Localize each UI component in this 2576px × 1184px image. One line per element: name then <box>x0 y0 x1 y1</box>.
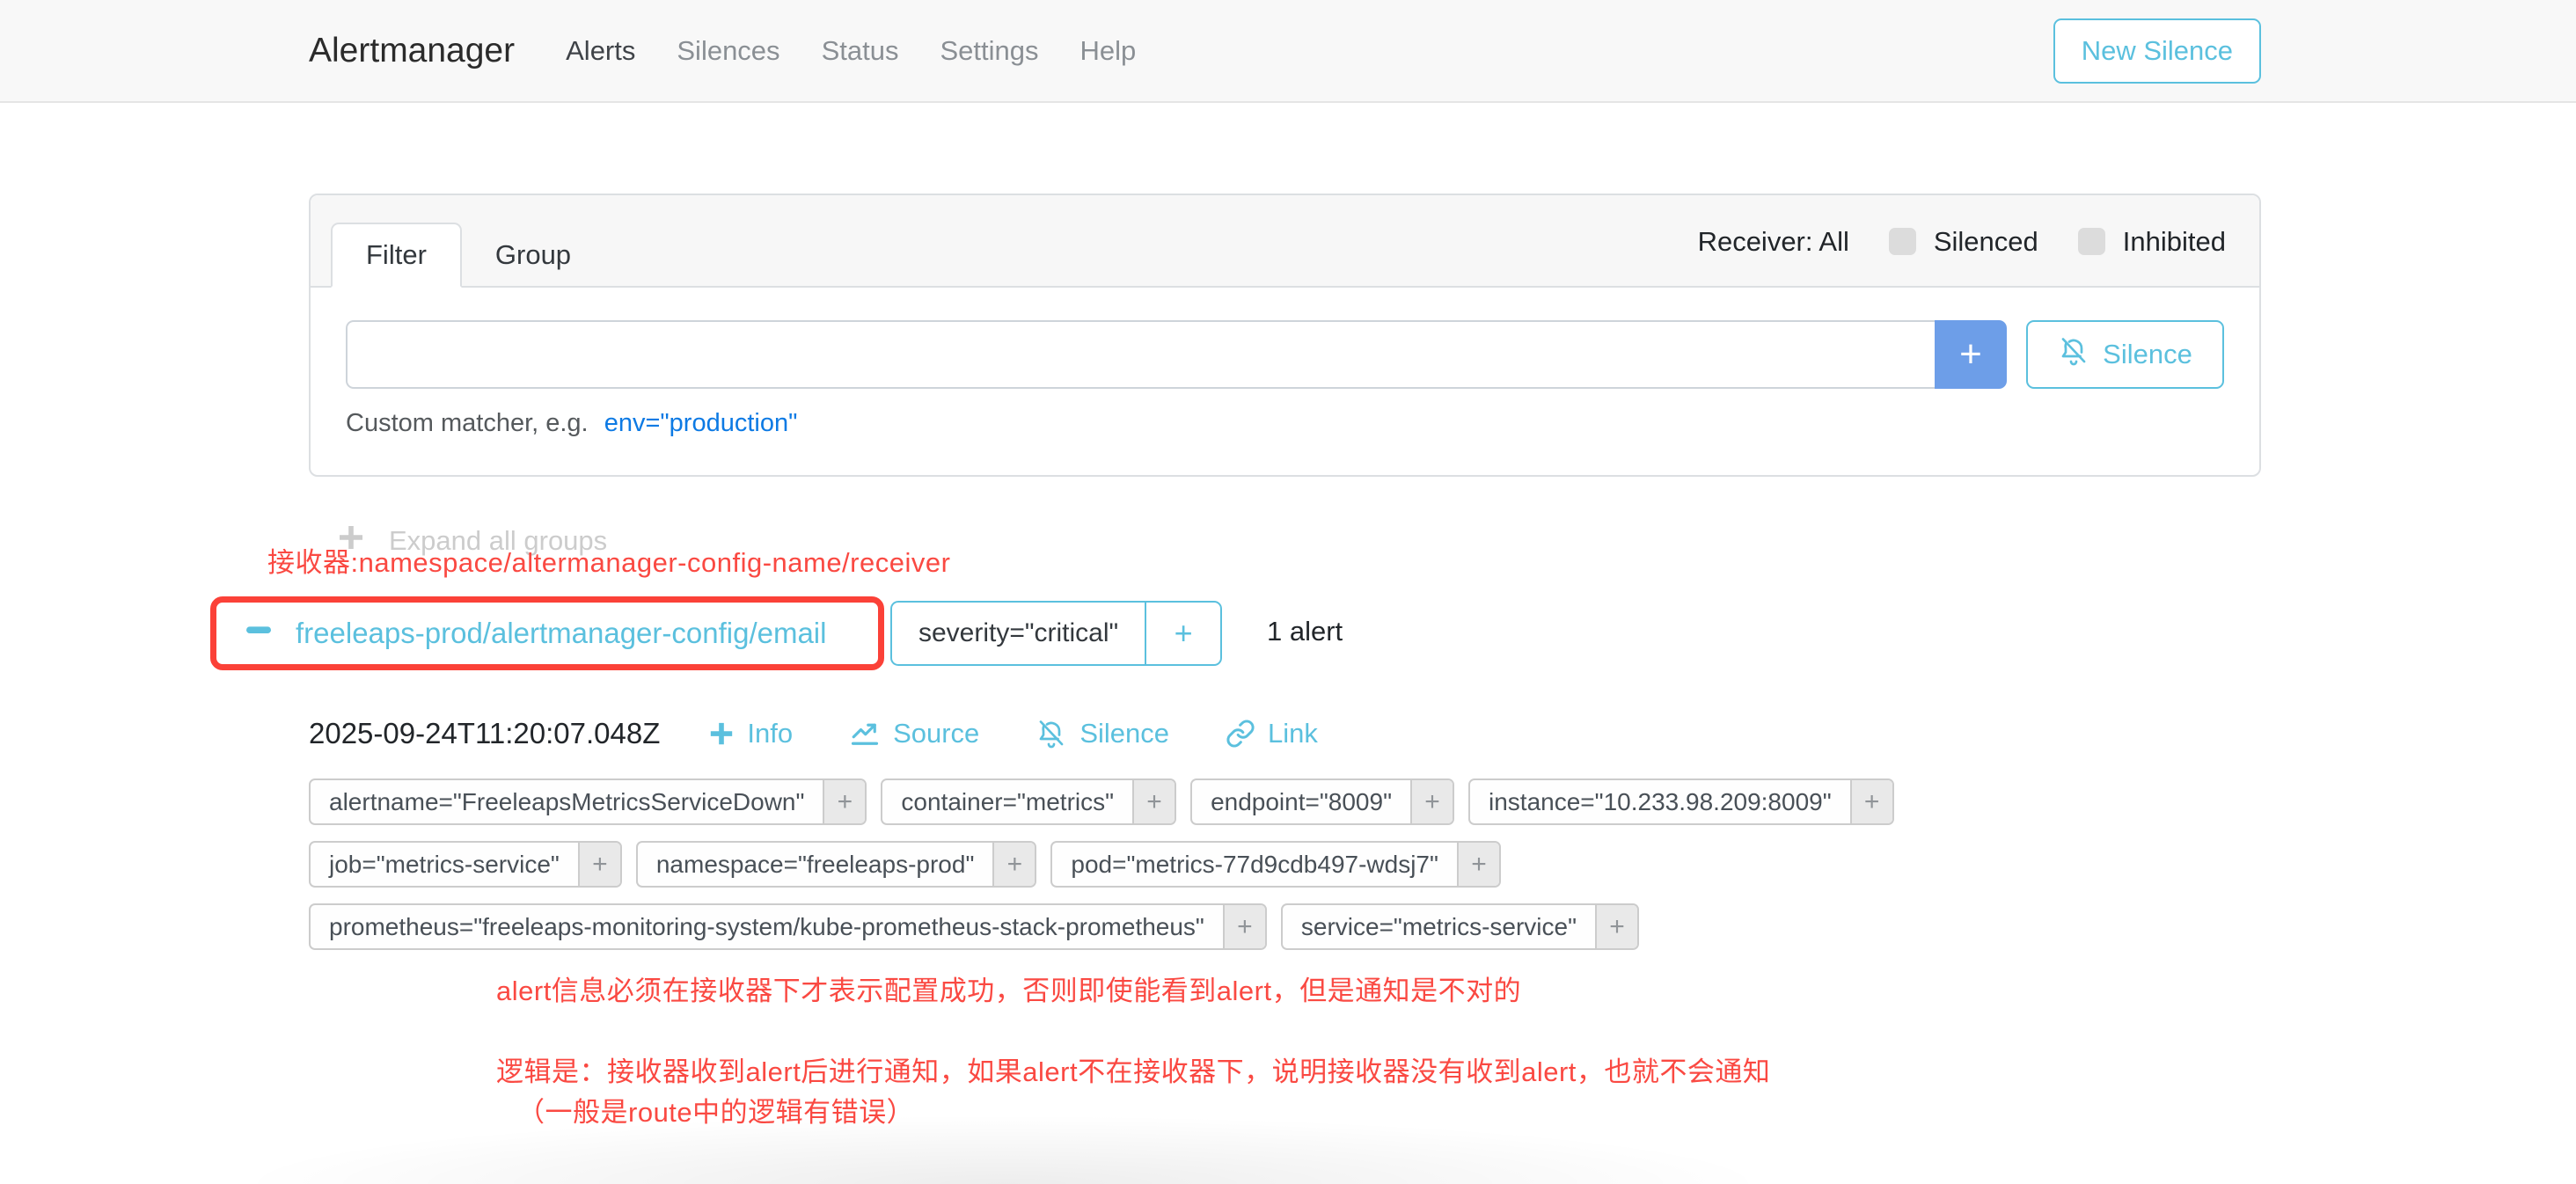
alert-info-label: Info <box>747 718 793 749</box>
nav-item-silences[interactable]: Silences <box>677 35 779 67</box>
label-text: job="metrics-service" <box>311 843 578 886</box>
collapse-minus-icon <box>245 616 273 651</box>
label-endpoint[interactable]: endpoint="8009" + <box>1190 778 1454 825</box>
label-add-button[interactable]: + <box>1457 843 1499 886</box>
label-text: namespace="freeleaps-prod" <box>638 843 993 886</box>
link-icon <box>1226 719 1255 749</box>
label-prometheus[interactable]: prometheus="freeleaps-monitoring-system/… <box>309 903 1267 950</box>
label-alertname[interactable]: alertname="FreeleapsMetricsServiceDown" … <box>309 778 867 825</box>
chart-line-icon <box>849 718 881 749</box>
label-service[interactable]: service="metrics-service" + <box>1281 903 1639 950</box>
annotation-receiver-note: 接收器:namespace/altermanager-config-name/r… <box>267 540 950 580</box>
inhibited-checkbox[interactable] <box>2078 228 2105 255</box>
nav-item-help[interactable]: Help <box>1079 35 1136 67</box>
label-text: endpoint="8009" <box>1192 780 1410 823</box>
alert-silence-label: Silence <box>1079 718 1169 749</box>
alert-count: 1 alert <box>1267 616 1343 647</box>
plus-icon <box>708 720 735 747</box>
label-add-button[interactable]: + <box>823 780 865 823</box>
inhibited-label: Inhibited <box>2123 226 2226 258</box>
label-text: alertname="FreeleapsMetricsServiceDown" <box>311 780 823 823</box>
nav-items: Alerts Silences Status Settings Help <box>566 35 1136 67</box>
filter-options: Receiver: All Silenced Inhibited <box>1698 195 2226 288</box>
main-content: Filter Group Receiver: All Silenced Inhi… <box>0 103 2576 1184</box>
silenced-toggle[interactable]: Silenced <box>1889 226 2038 258</box>
alert-timestamp: 2025-09-24T11:20:07.048Z <box>309 717 660 750</box>
alert-source-link[interactable]: Source <box>849 718 979 749</box>
label-text: instance="10.233.98.209:8009" <box>1470 780 1850 823</box>
matcher-hint: Custom matcher, e.g. env="production" <box>346 409 2224 438</box>
bell-slash-icon <box>1036 718 1067 749</box>
label-pod[interactable]: pod="metrics-77d9cdb497-wdsj7" + <box>1050 841 1501 888</box>
silence-filter-button[interactable]: Silence <box>2026 320 2224 389</box>
receiver-filter[interactable]: Receiver: All <box>1698 226 1849 258</box>
tab-group[interactable]: Group <box>462 224 604 286</box>
annotation-alert-note: alert信息必须在接收器下才表示配置成功，否则即使能看到alert，但是通知是… <box>496 968 1521 1008</box>
label-namespace[interactable]: namespace="freeleaps-prod" + <box>636 841 1037 888</box>
hint-example-link[interactable]: env="production" <box>604 409 798 437</box>
app-brand[interactable]: Alertmanager <box>309 32 515 70</box>
annotation-logic-note-1: 逻辑是：接收器收到alert后进行通知，如果alert不在接收器下，说明接收器没… <box>496 1049 1770 1089</box>
alert-info-link[interactable]: Info <box>708 718 793 749</box>
matcher-input[interactable] <box>346 320 1935 389</box>
label-text: container="metrics" <box>882 780 1132 823</box>
group-matcher-chip: severity="critical" + <box>890 601 1222 666</box>
label-add-button[interactable]: + <box>992 843 1035 886</box>
bell-slash-icon <box>2058 335 2089 374</box>
silence-filter-label: Silence <box>2103 339 2192 370</box>
label-text: prometheus="freeleaps-monitoring-system/… <box>311 905 1223 948</box>
nav-item-alerts[interactable]: Alerts <box>566 35 635 67</box>
label-text: service="metrics-service" <box>1283 905 1595 948</box>
label-add-button[interactable]: + <box>1850 780 1892 823</box>
navbar: Alertmanager Alerts Silences Status Sett… <box>0 0 2576 103</box>
add-matcher-button[interactable]: + <box>1935 320 2007 389</box>
label-add-button[interactable]: + <box>1223 905 1265 948</box>
alert-source-label: Source <box>893 718 979 749</box>
label-add-button[interactable]: + <box>578 843 620 886</box>
alert-labels-row: alertname="FreeleapsMetricsServiceDown" … <box>309 778 1894 825</box>
label-instance[interactable]: instance="10.233.98.209:8009" + <box>1468 778 1894 825</box>
label-add-button[interactable]: + <box>1410 780 1453 823</box>
nav-item-settings[interactable]: Settings <box>940 35 1038 67</box>
alert-header-row: 2025-09-24T11:20:07.048Z Info Source <box>309 717 1374 750</box>
filter-card: Filter Group Receiver: All Silenced Inhi… <box>309 194 2261 477</box>
receiver-group-link[interactable]: freeleaps-prod/alertmanager-config/email <box>245 616 826 651</box>
group-matcher-label[interactable]: severity="critical" <box>892 603 1145 664</box>
label-job[interactable]: job="metrics-service" + <box>309 841 622 888</box>
alert-link-label: Link <box>1268 718 1318 749</box>
silenced-label: Silenced <box>1934 226 2038 258</box>
new-silence-button[interactable]: New Silence <box>2053 18 2261 84</box>
label-add-button[interactable]: + <box>1595 905 1637 948</box>
alert-silence-link[interactable]: Silence <box>1036 718 1169 749</box>
filter-card-body: + Silence Custom matcher, e.g. env <box>311 288 2259 438</box>
annotation-highlight-box: freeleaps-prod/alertmanager-config/email <box>210 596 884 670</box>
label-text: pod="metrics-77d9cdb497-wdsj7" <box>1052 843 1457 886</box>
bottom-shadow <box>132 1088 2067 1184</box>
group-matcher-add-button[interactable]: + <box>1145 603 1220 664</box>
alert-link-link[interactable]: Link <box>1226 718 1318 749</box>
matcher-input-group: + Silence <box>346 320 2224 389</box>
receiver-group-name: freeleaps-prod/alertmanager-config/email <box>296 617 826 650</box>
inhibited-toggle[interactable]: Inhibited <box>2078 226 2226 258</box>
filter-card-header: Filter Group Receiver: All Silenced Inhi… <box>311 195 2259 288</box>
hint-text: Custom matcher, e.g. <box>346 409 589 437</box>
nav-item-status[interactable]: Status <box>822 35 899 67</box>
alert-labels-row: job="metrics-service" + namespace="freel… <box>309 841 1501 888</box>
label-container[interactable]: container="metrics" + <box>881 778 1176 825</box>
label-add-button[interactable]: + <box>1132 780 1175 823</box>
tab-filter[interactable]: Filter <box>331 223 462 288</box>
silenced-checkbox[interactable] <box>1889 228 1916 255</box>
alert-labels-row: prometheus="freeleaps-monitoring-system/… <box>309 903 1639 950</box>
